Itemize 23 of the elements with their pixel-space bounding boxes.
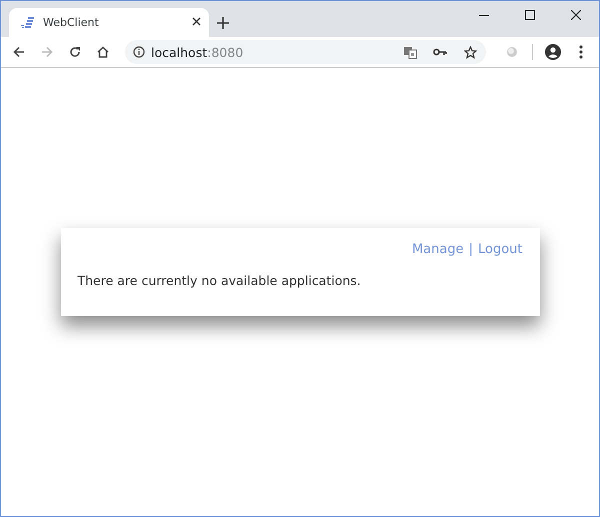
forward-arrow-icon [41, 46, 53, 58]
browser-tab[interactable]: WebClient [9, 8, 209, 37]
link-separator: | [468, 242, 473, 257]
empty-message: There are currently no available applications. [78, 273, 362, 288]
key-icon [433, 48, 447, 56]
tab-title: WebClient [43, 16, 100, 29]
minimize-icon [479, 14, 489, 16]
info-icon [133, 46, 145, 58]
back-arrow-icon [13, 46, 25, 58]
star-icon [464, 46, 476, 58]
menu-icon [579, 45, 583, 59]
address-bar[interactable]: localhost:8080 [125, 40, 486, 64]
sphere-icon [506, 46, 518, 58]
close-icon [571, 10, 581, 20]
url-text: localhost:8080 [151, 44, 244, 60]
reload-icon [69, 46, 81, 58]
maximize-icon [525, 10, 535, 20]
account-icon [545, 44, 561, 60]
app-logo-icon [21, 16, 35, 30]
close-icon [192, 17, 201, 26]
translate-icon [404, 46, 416, 58]
home-icon [97, 46, 109, 58]
plus-icon [217, 17, 229, 29]
